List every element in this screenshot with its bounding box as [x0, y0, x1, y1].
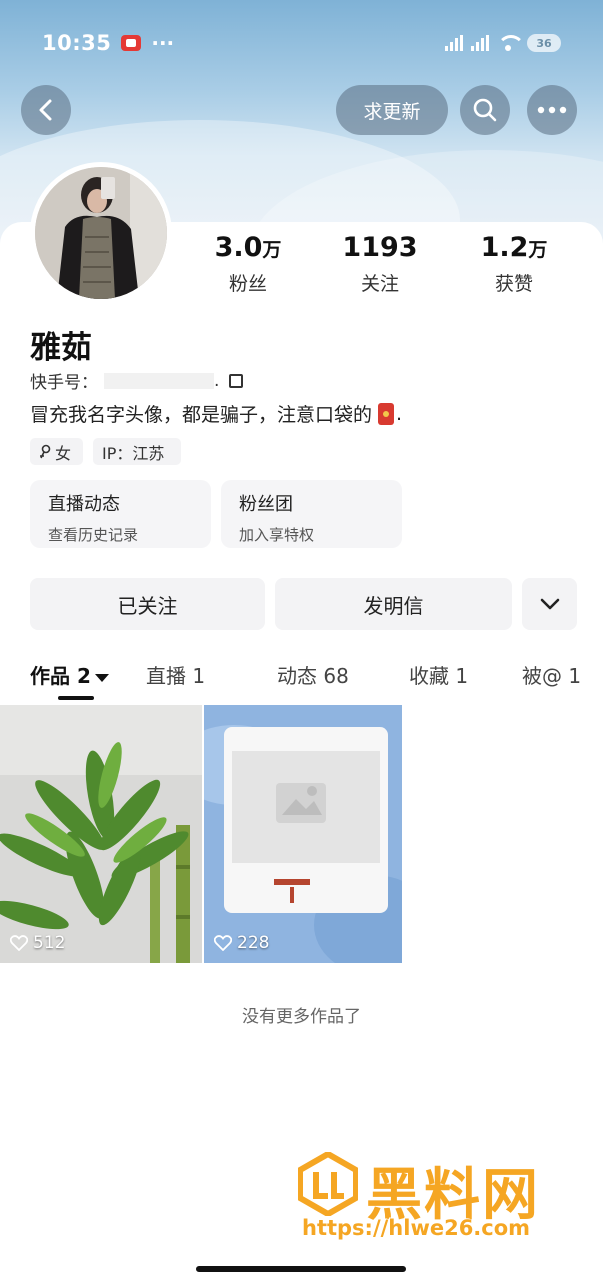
tab-label: 作品 2: [30, 664, 91, 688]
post-thumbnail[interactable]: 512: [0, 705, 202, 963]
watermark-logo-icon: [298, 1152, 358, 1216]
tile-title: 粉丝团: [239, 494, 293, 515]
ip-location-tag: IP：江苏: [93, 438, 181, 465]
more-button[interactable]: [527, 85, 577, 135]
status-time: 10:35: [42, 31, 112, 55]
signal-icon: [471, 35, 489, 51]
stat-following[interactable]: 1193 关注: [325, 232, 435, 296]
avatar[interactable]: [30, 162, 172, 304]
screen-record-icon: [121, 35, 142, 51]
fan-club-tile[interactable]: 粉丝团 加入享特权: [221, 480, 402, 548]
tab-mentions[interactable]: 被@ 1: [522, 660, 581, 689]
wifi-icon: [497, 35, 525, 51]
live-history-tile[interactable]: 直播动态 查看历史记录: [30, 480, 211, 548]
caret-down-icon: [94, 673, 109, 682]
no-more-works-text: 没有更多作品了: [242, 1007, 361, 1027]
tab-works[interactable]: 作品 2: [30, 660, 109, 689]
more-dots-icon: [537, 106, 567, 114]
gender-tag: 女: [30, 438, 83, 465]
tab-favorites[interactable]: 收藏 1: [409, 660, 468, 689]
tab-moments[interactable]: 动态 68: [277, 660, 349, 689]
site-watermark: 黑料网 https://hlwe26.com: [298, 1150, 588, 1250]
likes-count: 228: [237, 933, 270, 953]
bio-text: 冒充我名字头像，都是骗子，注意口袋的: [30, 404, 373, 426]
likes-count: 512: [33, 933, 66, 953]
back-button[interactable]: [21, 85, 71, 135]
profile-name: 雅茹: [30, 330, 92, 366]
avatar-photo: [35, 167, 167, 299]
bio-end: .: [396, 402, 403, 425]
bamboo-plant-image: [0, 705, 202, 963]
stat-unit: 万: [262, 239, 282, 261]
stat-label: 关注: [360, 273, 399, 295]
watermark-url: https://hlwe26.com: [302, 1216, 531, 1240]
heart-icon: [10, 935, 28, 951]
expand-button[interactable]: [522, 578, 577, 630]
tile-subtitle: 加入享特权: [239, 526, 315, 544]
followed-button[interactable]: 已关注: [30, 578, 265, 630]
tile-title: 直播动态: [48, 494, 120, 515]
profile-bio: 冒充我名字头像，都是骗子，注意口袋的 .: [30, 400, 402, 427]
more-notifications-icon: ···: [151, 31, 175, 55]
signal-icon: [445, 35, 463, 51]
search-button[interactable]: [460, 85, 510, 135]
active-tab-indicator: [58, 696, 94, 700]
tile-subtitle: 查看历史记录: [48, 526, 139, 544]
stat-number: 1193: [342, 232, 418, 263]
chevron-left-icon: [39, 99, 52, 121]
copy-icon[interactable]: [229, 373, 244, 388]
request-update-button[interactable]: 求更新: [336, 85, 448, 135]
send-postcard-button[interactable]: 发明信: [275, 578, 512, 630]
stat-label: 粉丝: [228, 273, 267, 295]
chevron-down-icon: [540, 598, 559, 610]
stat-likes[interactable]: 1.2万 获赞: [459, 232, 569, 296]
status-bar: 10:35 ··· 36: [0, 0, 603, 86]
post-likes: 512: [10, 933, 65, 953]
battery-icon: 36: [527, 34, 561, 52]
search-icon: [473, 98, 497, 122]
gender-label: 女: [55, 443, 72, 463]
stat-number: 3.0: [214, 232, 263, 263]
account-id-tail: .: [214, 370, 220, 391]
account-id-row: 快手号： .: [30, 368, 244, 393]
account-label: 快手号：: [30, 373, 98, 393]
post-likes: 228: [214, 933, 269, 953]
heart-icon: [214, 935, 232, 951]
screenshot-card-image: [204, 705, 402, 963]
stat-number: 1.2: [480, 232, 529, 263]
red-packet-icon: [378, 402, 395, 425]
home-indicator[interactable]: [196, 1266, 406, 1272]
person-silhouette-icon: [35, 167, 167, 299]
stat-unit: 万: [528, 239, 548, 261]
female-icon: [40, 444, 51, 458]
tab-live[interactable]: 直播 1: [146, 660, 205, 689]
post-thumbnail[interactable]: 228: [204, 705, 402, 963]
stat-label: 获赞: [494, 273, 533, 295]
account-id-redacted: [104, 372, 214, 389]
stat-followers[interactable]: 3.0万 粉丝: [193, 232, 303, 296]
